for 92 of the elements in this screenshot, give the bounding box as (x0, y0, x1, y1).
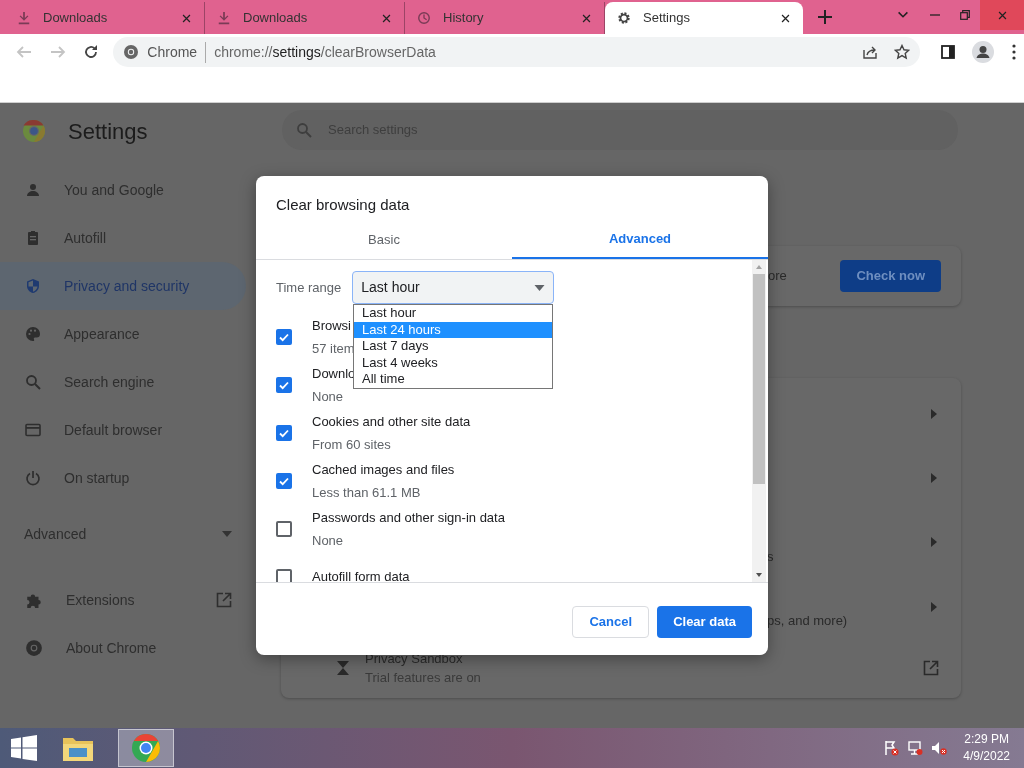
scrollbar-thumb[interactable] (753, 274, 765, 484)
checkbox-label: Cookies and other site data (312, 413, 471, 431)
close-icon[interactable] (780, 12, 791, 24)
power-icon (25, 470, 41, 486)
url-text: chrome://settings/clearBrowserData (214, 42, 437, 62)
checkbox-detail: None (312, 531, 345, 550)
clock-icon (417, 11, 431, 25)
checkbox-detail: From 60 sites (312, 435, 392, 454)
more-menu-icon[interactable] (1012, 44, 1016, 60)
sidebar-item[interactable]: On startup (0, 454, 246, 502)
caret-right-icon[interactable] (931, 409, 937, 420)
checkbox-label: Autofill form data (312, 568, 410, 582)
network-icon[interactable] (907, 740, 924, 756)
browser-window-icon (25, 422, 41, 438)
clipboard-icon (25, 230, 41, 246)
dialog-tab[interactable]: Basic (256, 220, 512, 259)
windows-start-icon[interactable] (10, 734, 38, 762)
share-icon[interactable] (862, 44, 878, 60)
dropdown-option[interactable]: Last 24 hours (354, 321, 552, 338)
check-now-button[interactable]: Check now (840, 260, 941, 292)
checkbox[interactable] (276, 473, 292, 489)
sidebar-item[interactable]: About Chrome (0, 624, 246, 672)
checkbox-detail: Less than 61.1 MB (312, 483, 422, 502)
search-icon (25, 374, 41, 390)
caret-down-icon (222, 531, 232, 537)
checkmark-icon (278, 427, 290, 439)
checkbox-label: Passwords and other sign-in data (312, 509, 505, 527)
checkbox[interactable] (276, 521, 292, 537)
clock-date[interactable]: 4/9/2022 (963, 748, 1010, 765)
download-icon (17, 11, 31, 25)
chrome-logo-icon (131, 733, 161, 763)
time-range-dropdown[interactable]: Last hour (352, 271, 555, 304)
gear-icon (617, 11, 631, 25)
clock-time[interactable]: 2:29 PM (964, 731, 1009, 748)
site-chip-label: Chrome (147, 41, 207, 63)
card-text: ore (768, 267, 788, 286)
sidebar-item[interactable]: Privacy and security (0, 262, 246, 310)
dialog-tab[interactable]: Advanced (512, 220, 768, 259)
search-icon (296, 122, 312, 138)
flag-icon[interactable] (883, 740, 900, 756)
checkmark-icon (278, 331, 290, 343)
row-text: ps, and more) (767, 611, 849, 630)
checkbox[interactable] (276, 569, 292, 582)
sidebar-item[interactable]: Autofill (0, 214, 246, 262)
checkbox-detail: None (312, 387, 345, 406)
reload-icon[interactable] (83, 44, 100, 60)
field-label: Time range (276, 278, 342, 297)
advanced-section-toggle[interactable]: Advanced (0, 510, 246, 558)
dropdown-option[interactable]: All time (354, 371, 552, 388)
caret-right-icon[interactable] (931, 473, 937, 484)
profile-avatar-icon[interactable] (972, 41, 994, 63)
shield-icon (25, 278, 41, 294)
address-bar[interactable]: Chrome chrome://settings/clearBrowserData (113, 37, 920, 67)
checkbox-label: Browsi (312, 317, 352, 335)
chrome-logo-icon (25, 639, 43, 657)
sidebar-item[interactable]: Search engine (0, 358, 246, 406)
dropdown-option[interactable]: Last hour (354, 305, 552, 322)
scrollbar[interactable] (752, 260, 766, 582)
star-icon[interactable] (894, 44, 910, 60)
checkmark-icon (278, 379, 290, 391)
sidebar-item[interactable]: Appearance (0, 310, 246, 358)
sidebar-item[interactable]: You and Google (0, 166, 246, 214)
dropdown-option[interactable]: Last 7 days (354, 338, 552, 355)
download-icon (217, 11, 231, 25)
external-link-icon[interactable] (923, 660, 939, 677)
dialog-title: Clear browsing data (275, 195, 411, 215)
checkbox-label: Cached images and files (312, 461, 455, 479)
hourglass-icon (337, 661, 349, 676)
checkmark-icon (278, 475, 290, 487)
palette-icon (25, 326, 41, 342)
dropdown-option[interactable]: Last 4 weeks (354, 354, 552, 371)
chrome-logo-icon (22, 119, 46, 143)
speaker-muted-icon[interactable] (931, 740, 948, 756)
clear-data-button[interactable]: Clear data (657, 606, 752, 638)
settings-title: Settings (68, 117, 148, 146)
external-link-icon (216, 592, 232, 608)
sidebar-item[interactable]: Extensions (0, 576, 246, 624)
side-panel-icon[interactable] (940, 44, 956, 60)
checkbox[interactable] (276, 329, 292, 345)
restore-icon[interactable] (960, 10, 970, 20)
checkbox[interactable] (276, 377, 292, 393)
close-icon (996, 9, 1008, 21)
browser-tab[interactable]: Settings (605, 2, 803, 34)
sidebar-item[interactable]: Default browser (0, 406, 246, 454)
new-tab-icon[interactable] (817, 9, 833, 25)
checkbox[interactable] (276, 425, 292, 441)
cancel-button[interactable]: Cancel (572, 606, 650, 638)
caret-right-icon[interactable] (931, 537, 937, 548)
person-icon (25, 182, 41, 198)
caret-right-icon[interactable] (931, 601, 937, 612)
chrome-logo-icon (123, 44, 140, 60)
caret-down-icon (534, 284, 546, 291)
